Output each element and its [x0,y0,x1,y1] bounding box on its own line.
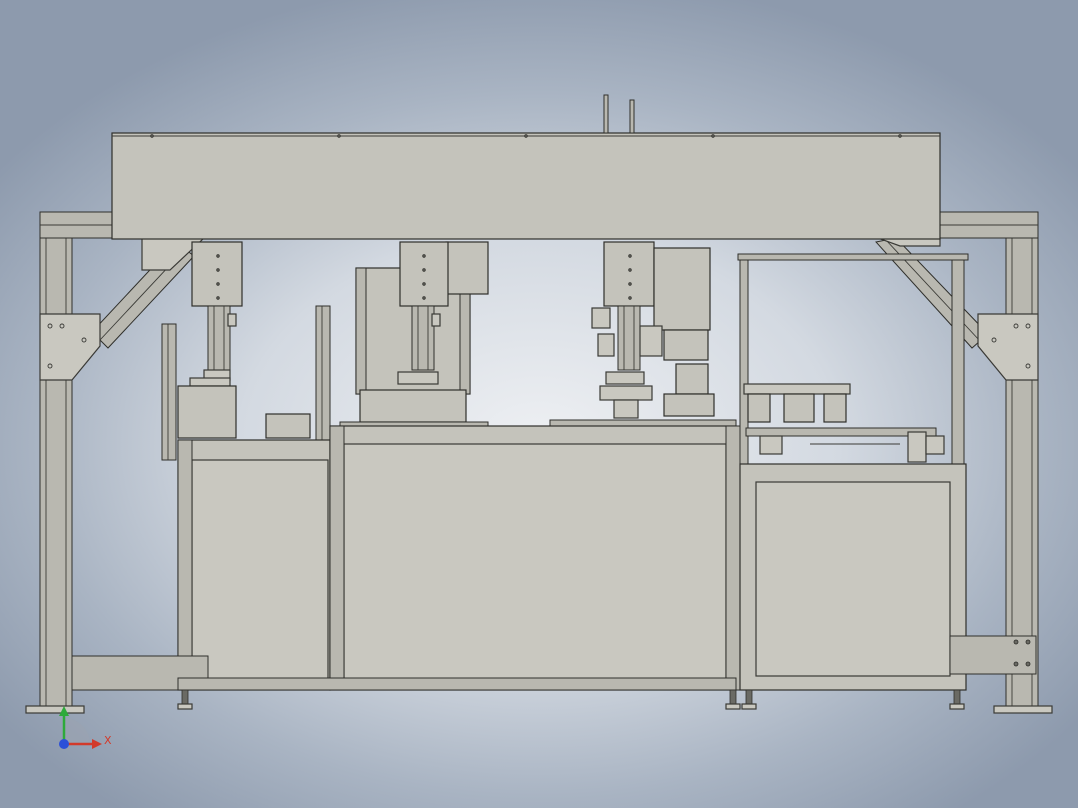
x-axis-label: X [104,734,112,747]
left-cabinet [177,439,331,691]
left-frame-column [25,211,85,714]
center-cabinet [329,425,741,691]
press-station-2 [339,241,489,428]
machine-drawing: X [25,94,1053,749]
coordinate-triad: X [59,706,112,749]
press-station-1 [161,241,331,461]
right-cabinet [739,463,967,691]
leveling-feet [177,689,965,710]
z-axis-dot [59,739,69,749]
top-enclosure [111,94,941,240]
cad-viewport[interactable]: X [0,0,1078,808]
press-station-3 [549,241,737,427]
